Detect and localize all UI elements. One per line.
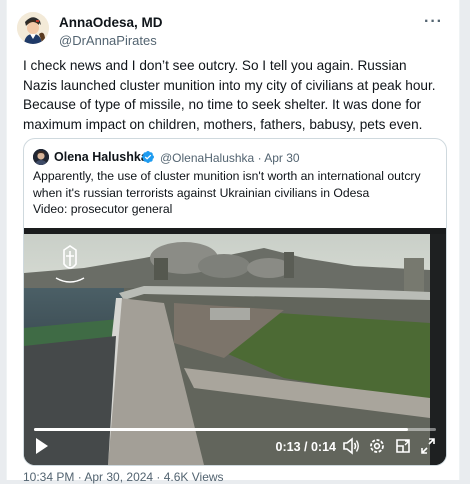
avatar-illustration-icon [17, 12, 49, 44]
meta-separator: · [257, 151, 262, 165]
quoted-date[interactable]: Apr 30 [264, 151, 299, 165]
volume-icon[interactable] [342, 436, 360, 456]
author-handle[interactable]: @DrAnnaPirates [59, 33, 157, 48]
quoted-author-handle: @OlenaHalushka [160, 151, 255, 165]
video-time-separator: / [300, 440, 311, 454]
video-time: 0:13 / 0:14 [276, 440, 336, 454]
video-current-time: 0:13 [275, 440, 301, 454]
quoted-tweet[interactable]: Olena Halushka @OlenaHalushka · Apr 30 A… [23, 138, 447, 466]
video-progress-bar[interactable] [34, 428, 436, 431]
quoted-meta: @OlenaHalushka · Apr 30 [160, 151, 300, 165]
video-duration: 0:14 [310, 440, 336, 454]
quoted-text: Apparently, the use of cluster munition … [33, 168, 433, 218]
quoted-author-name: Olena Halushka [54, 150, 148, 164]
quoted-text-line: when it's russian terrorists against Ukr… [33, 185, 370, 200]
author-name[interactable]: AnnaOdesa, MD [59, 15, 163, 30]
more-options-icon[interactable]: ··· [424, 13, 443, 31]
tweet-card: AnnaOdesa, MD @DrAnnaPirates ··· I check… [6, 0, 460, 484]
quoted-avatar-photo-icon [33, 149, 49, 165]
settings-icon[interactable] [368, 436, 386, 456]
avatar[interactable] [17, 12, 49, 44]
fullscreen-icon[interactable] [419, 436, 437, 456]
verified-badge-icon [142, 151, 154, 163]
video-controls: 0:13 / 0:14 [24, 425, 446, 465]
picture-in-picture-icon[interactable] [394, 436, 412, 456]
tweet-text: I check news and I don’t see outcry. So … [23, 58, 436, 132]
quoted-text-line: Apparently, the use of cluster munition … [33, 169, 421, 183]
quoted-avatar [33, 149, 49, 165]
quoted-text-line: Video: prosecutor general [33, 202, 173, 217]
tweet-header: AnnaOdesa, MD @DrAnnaPirates ··· [17, 12, 449, 52]
quoted-tweet-header: Olena Halushka @OlenaHalushka · Apr 30 [33, 148, 437, 166]
tweet-footer-meta: 10:34 PM · Apr 30, 2024 · 4.6K Views [23, 470, 224, 484]
video-player[interactable]: 0:13 / 0:14 [24, 228, 446, 465]
video-progress-fill [34, 428, 408, 431]
play-icon[interactable] [34, 436, 50, 456]
